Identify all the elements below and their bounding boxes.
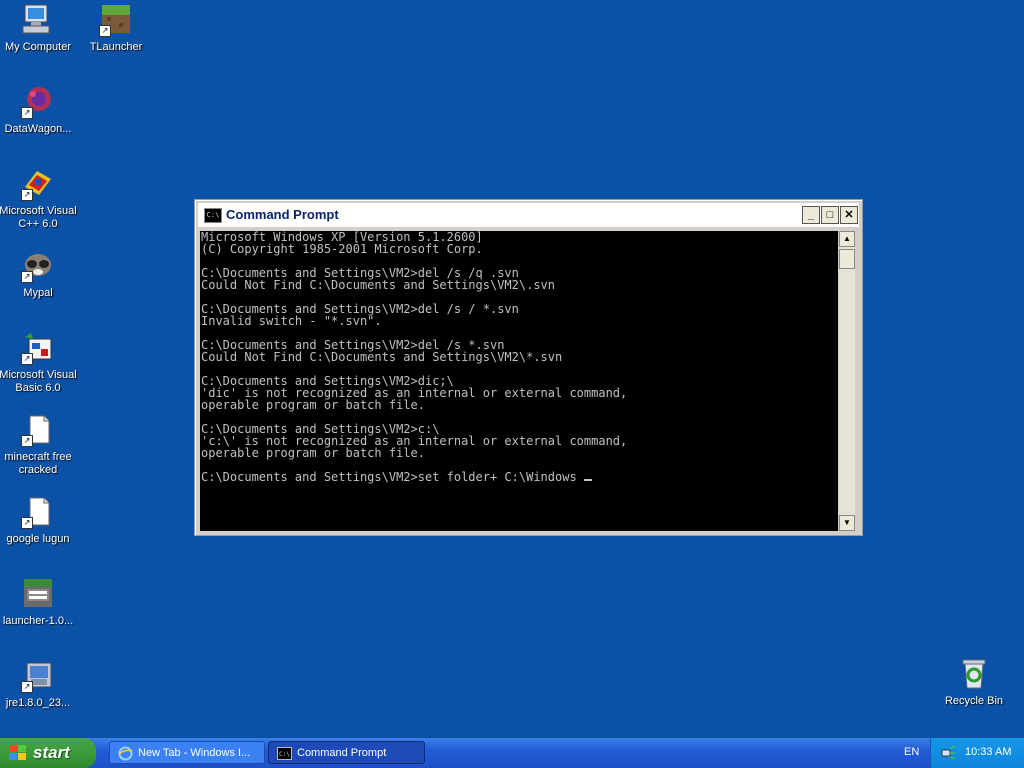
scroll-down-arrow-icon[interactable]: ▼ [839, 515, 855, 531]
shortcut-arrow-icon: ↗ [21, 107, 33, 119]
document-icon: ↗ [21, 495, 55, 529]
desktop-icon-label: launcher-1.0... [2, 615, 74, 627]
maximize-button[interactable]: □ [821, 206, 839, 224]
console-icon: C:\ [204, 208, 222, 223]
shortcut-arrow-icon: ↗ [21, 353, 33, 365]
console-line: Could Not Find C:\Documents and Settings… [201, 278, 556, 292]
clock[interactable]: 10:33 AM [965, 746, 1011, 758]
desktop-icon-recycle-bin[interactable]: Recycle Bin [934, 657, 1014, 708]
desktop-icon-launcher[interactable]: launcher-1.0... [0, 577, 78, 628]
desktop-icon-label: minecraft free cracked [4, 451, 72, 476]
taskbar-item-label: Command Prompt [297, 747, 387, 759]
window-titlebar[interactable]: C:\ Command Prompt _ □ ✕ [198, 203, 859, 227]
console-input-line[interactable]: C:\Documents and Settings\VM2>set folder… [201, 471, 838, 483]
desktop-icon-minecraft-free-cracked[interactable]: ↗ minecraft free cracked [0, 413, 78, 477]
desktop-icon-visual-basic[interactable]: ↗ Microsoft Visual Basic 6.0 [0, 331, 78, 395]
datawagon-icon: ↗ [21, 85, 55, 119]
console-line: Invalid switch - "*.svn". [201, 314, 382, 328]
taskbar: start New Tab - Windows I... C:\ Command… [0, 738, 1024, 768]
minimize-button[interactable]: _ [802, 206, 820, 224]
desktop-icon-tlauncher[interactable]: ↗ TLauncher [76, 3, 156, 54]
vertical-scrollbar[interactable]: ▲ ▼ [839, 231, 855, 531]
console-output[interactable]: Microsoft Windows XP [Version 5.1.2600](… [200, 231, 838, 531]
console-line: operable program or batch file. [201, 446, 425, 460]
scroll-thumb[interactable] [839, 249, 855, 269]
grass-block-icon: ↗ [99, 3, 133, 37]
console-line: Could Not Find C:\Documents and Settings… [201, 350, 563, 364]
beta-craft-icon [21, 577, 55, 611]
taskbar-item-new-tab[interactable]: New Tab - Windows I... [109, 741, 265, 764]
taskbar-item-label: New Tab - Windows I... [138, 747, 251, 759]
visual-cpp-icon: ↗ [21, 167, 55, 201]
scroll-up-arrow-icon[interactable]: ▲ [839, 231, 855, 247]
desktop-icon-visual-cpp[interactable]: ↗ Microsoft Visual C++ 6.0 [0, 167, 78, 231]
taskbar-item-command-prompt[interactable]: C:\ Command Prompt [268, 741, 425, 764]
desktop-icon-label: Recycle Bin [944, 695, 1004, 707]
shortcut-arrow-icon: ↗ [21, 189, 33, 201]
computer-icon [21, 3, 55, 37]
language-indicator[interactable]: EN [904, 746, 919, 758]
console-line: (C) Copyright 1985-2001 Microsoft Corp. [201, 242, 483, 256]
desktop-icon-label: TLauncher [89, 41, 143, 53]
document-icon: ↗ [21, 413, 55, 447]
desktop-icon-jre[interactable]: ↗ jre1.8.0_23... [0, 659, 78, 710]
desktop: My Computer ↗ TLauncher ↗ DataWagon... ↗… [0, 0, 1024, 738]
desktop-icon-label: Microsoft Visual Basic 6.0 [0, 369, 77, 394]
command-prompt-window[interactable]: C:\ Command Prompt _ □ ✕ Microsoft Windo… [194, 199, 863, 536]
windows-logo-icon [9, 745, 26, 761]
system-tray: 10:33 AM [930, 738, 1024, 768]
start-button[interactable]: start [0, 738, 96, 768]
desktop-icon-label: Mypal [23, 287, 53, 299]
start-label: start [33, 743, 70, 762]
shortcut-arrow-icon: ↗ [21, 271, 33, 283]
raccoon-icon: ↗ [21, 249, 55, 283]
shortcut-arrow-icon: ↗ [21, 435, 33, 447]
text-cursor [583, 479, 592, 481]
shortcut-arrow-icon: ↗ [99, 25, 111, 37]
browser-icon [118, 746, 133, 761]
desktop-icon-label: jre1.8.0_23... [5, 697, 71, 709]
desktop-icon-google-lugun[interactable]: ↗ google lugun [0, 495, 78, 546]
desktop-icon-my-computer[interactable]: My Computer [0, 3, 78, 54]
window-title: Command Prompt [226, 207, 339, 222]
shortcut-arrow-icon: ↗ [21, 681, 33, 693]
shortcut-arrow-icon: ↗ [21, 517, 33, 529]
desktop-icon-label: Microsoft Visual C++ 6.0 [0, 205, 77, 230]
desktop-icon-label: My Computer [4, 41, 72, 53]
desktop-icon-mypal[interactable]: ↗ Mypal [0, 249, 78, 300]
network-icon[interactable] [941, 745, 956, 760]
desktop-icon-datawagon[interactable]: ↗ DataWagon... [0, 85, 78, 136]
desktop-icon-label: google lugun [6, 533, 70, 545]
svg-text:C:\: C:\ [279, 751, 290, 758]
console-icon: C:\ [277, 746, 292, 761]
console-line: operable program or batch file. [201, 398, 425, 412]
console-current-command[interactable]: C:\Documents and Settings\VM2>set folder… [201, 470, 584, 484]
visual-basic-icon: ↗ [21, 331, 55, 365]
close-button[interactable]: ✕ [840, 206, 858, 224]
recycle-bin-icon [957, 657, 991, 691]
installer-icon: ↗ [21, 659, 55, 693]
desktop-icon-label: DataWagon... [4, 123, 72, 135]
